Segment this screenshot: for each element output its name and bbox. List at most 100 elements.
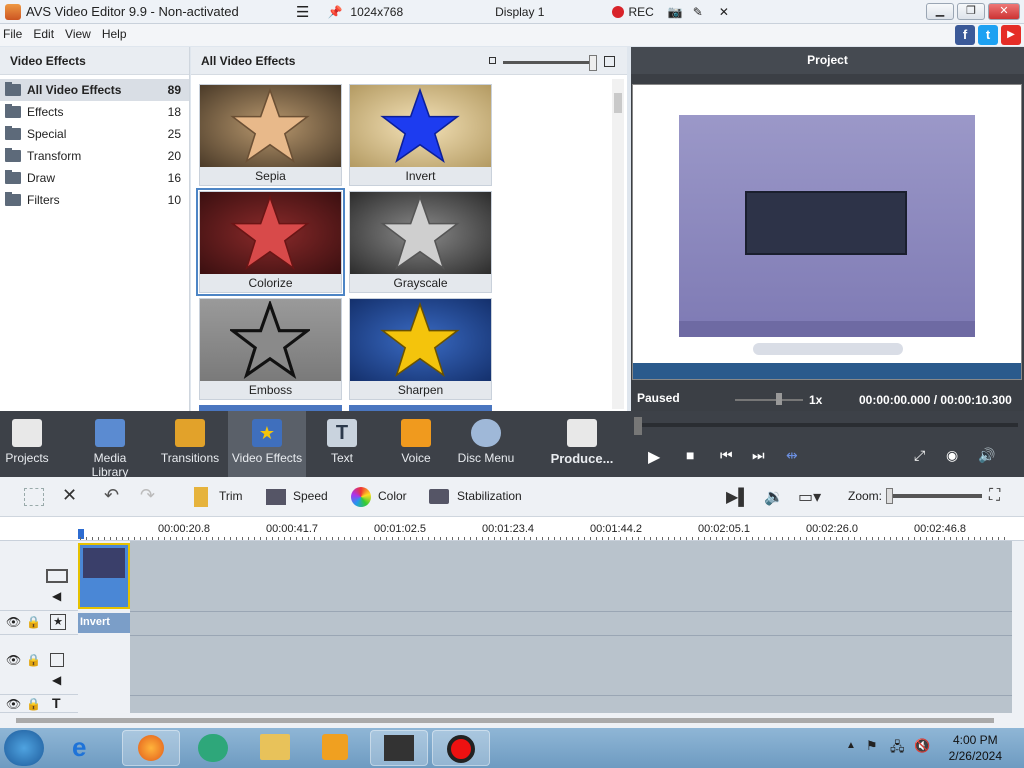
twitter-icon[interactable]: t [978,25,998,45]
network-icon[interactable]: 🖧 [890,738,905,760]
delete-icon[interactable]: ✕ [62,485,77,506]
effect-colorize[interactable]: Colorize [196,188,345,296]
visibility-eye-icon[interactable]: 👁 [6,697,21,711]
folder-icon[interactable] [260,734,290,760]
preview-timeline-handle[interactable] [634,417,642,435]
visibility-eye-icon[interactable]: 👁 [6,615,21,629]
effect-invert[interactable]: Invert [349,84,492,186]
fit-timeline-icon[interactable]: ⛶ [989,487,1000,505]
next-frame-icon[interactable]: ⏭ [752,447,765,464]
camera-icon[interactable] [429,489,449,504]
maximize-button[interactable]: ❐ [957,3,985,20]
audio-mixer-icon[interactable]: 🔉 [764,487,784,507]
visibility-eye-icon[interactable]: 👁 [6,653,21,667]
record-icon[interactable] [612,6,625,18]
avs-editor-taskbar-button[interactable] [370,730,428,766]
flag-icon[interactable]: ⚑ [866,738,878,754]
speaker-icon[interactable]: ◀ [52,673,61,687]
start-button[interactable] [4,730,44,766]
video-clip[interactable] [78,543,130,609]
color-button[interactable]: Color [378,489,407,503]
category-all-video-effects[interactable]: All Video Effects 89 [0,79,189,101]
timeline-ruler[interactable]: 00:00:20.8 00:00:41.7 00:01:02.5 00:01:2… [0,517,1024,541]
menu-help[interactable]: Help [102,27,127,41]
snapshot-icon[interactable]: ◉ [946,447,958,464]
close-capture-icon[interactable]: ✕ [719,5,729,19]
speed-slider[interactable] [735,399,803,401]
volume-muted-icon[interactable]: 🔇 [914,738,930,754]
toolbar-text[interactable]: T Text [318,411,366,477]
play-icon[interactable]: ▶ [648,447,660,467]
gallery-scrollbar[interactable] [612,79,624,409]
youtube-icon[interactable]: ▶ [1001,25,1021,45]
speaker-icon[interactable]: ◀ [52,589,61,603]
tracks-vertical-scrollbar[interactable] [1012,541,1024,713]
previous-frame-icon[interactable]: ⏮ [720,447,733,464]
speed-icon[interactable] [266,489,286,505]
trim-button[interactable]: Trim [219,489,243,503]
app-green-icon[interactable] [198,734,228,762]
effect-clip[interactable]: Invert [78,613,130,633]
pencil-icon[interactable]: ✎ [693,5,703,19]
menu-icon[interactable]: ☰ [296,3,309,21]
effect-sepia[interactable]: Sepia [199,84,342,186]
scrollbar-thumb[interactable] [16,718,994,723]
internet-explorer-icon[interactable]: e [72,732,86,763]
aspect-ratio-icon[interactable]: ▭▾ [798,487,821,507]
minimize-button[interactable]: ▁ [926,3,954,20]
close-button[interactable]: ✕ [988,3,1020,20]
camera-icon[interactable]: 📷 [668,5,683,19]
trim-icon[interactable] [194,487,208,507]
menu-view[interactable]: View [65,27,91,41]
speed-button[interactable]: Speed [293,489,328,503]
speed-slider-handle[interactable] [776,393,782,405]
lock-icon[interactable]: 🔒 [26,615,41,629]
volume-icon[interactable]: 🔊 [978,447,995,464]
firefox-taskbar-button[interactable] [122,730,180,766]
zoom-slider-handle[interactable] [886,488,893,504]
slider-handle[interactable] [589,55,597,71]
display-label[interactable]: Display 1 [495,5,544,19]
system-clock[interactable]: 4:00 PM 2/26/2024 [949,732,1002,764]
zoom-slider[interactable] [888,494,982,498]
show-hidden-icons[interactable]: ▲ [846,740,856,751]
category-draw[interactable]: Draw 16 [0,167,189,189]
timeline-scrollbar[interactable] [0,713,1024,728]
effect-emboss[interactable]: Emboss [199,298,342,400]
small-thumb-icon[interactable] [489,57,496,64]
media-player-icon[interactable] [322,734,348,760]
redo-icon[interactable]: ↷ [140,485,155,506]
rec-label[interactable]: REC [628,5,653,19]
toolbar-media-library[interactable]: Media Library [74,411,146,479]
storyboard-icon[interactable] [24,488,44,506]
category-special[interactable]: Special 25 [0,123,189,145]
split-icon[interactable]: ⇹ [786,447,798,464]
effect-grayscale[interactable]: Grayscale [349,191,492,293]
toolbar-transitions[interactable]: Transitions [160,411,220,477]
pin-icon[interactable]: 📌 [327,5,342,19]
bandicam-taskbar-button[interactable] [432,730,490,766]
stabilization-button[interactable]: Stabilization [457,489,522,503]
color-wheel-icon[interactable] [351,487,371,507]
stop-icon[interactable]: ■ [686,447,694,463]
menu-file[interactable]: File [3,27,22,41]
menu-edit[interactable]: Edit [33,27,54,41]
snap-icon[interactable]: ▶▌ [726,487,750,507]
lock-icon[interactable]: 🔒 [26,653,41,667]
preview-timeline-slider[interactable] [636,423,1018,427]
toolbar-video-effects[interactable]: ★ Video Effects [228,411,306,477]
undo-icon[interactable]: ↶ [104,485,119,506]
effect-sharpen[interactable]: Sharpen [349,298,492,400]
toolbar-produce[interactable]: Produce... [548,411,616,477]
toolbar-disc-menu[interactable]: Disc Menu [456,411,516,477]
category-transform[interactable]: Transform 20 [0,145,189,167]
facebook-icon[interactable]: f [955,25,975,45]
lock-icon[interactable]: 🔒 [26,697,41,711]
large-thumb-icon[interactable] [604,56,615,67]
thumb-size-slider[interactable] [503,61,595,64]
toolbar-projects[interactable]: Projects [0,411,54,477]
category-effects[interactable]: Effects 18 [0,101,189,123]
fullscreen-icon[interactable]: ⤢ [914,447,925,464]
category-filters[interactable]: Filters 10 [0,189,189,211]
toolbar-voice[interactable]: Voice [392,411,440,477]
